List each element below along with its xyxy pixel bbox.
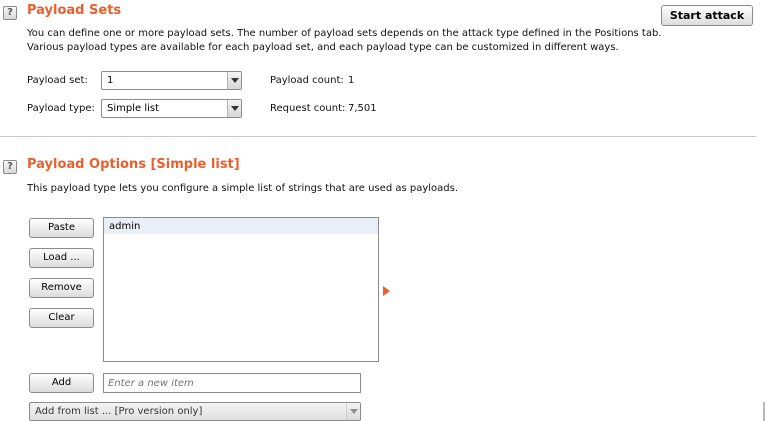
- clear-button[interactable]: Clear: [29, 308, 94, 328]
- request-count-value: 7,501: [348, 103, 377, 114]
- chevron-down-icon[interactable]: [346, 403, 360, 420]
- request-count-label: Request count:: [270, 103, 346, 114]
- payload-set-label: Payload set:: [27, 75, 88, 86]
- chevron-down-icon[interactable]: [227, 72, 241, 89]
- help-icon-payload-options[interactable]: ?: [3, 160, 17, 174]
- add-from-list-value: Add from list ... [Pro version only]: [35, 406, 203, 417]
- payload-type-label: Payload type:: [27, 103, 95, 114]
- expand-arrow-icon[interactable]: [383, 286, 390, 296]
- payload-options-description: This payload type lets you configure a s…: [27, 183, 459, 194]
- add-button[interactable]: Add: [29, 373, 94, 393]
- help-icon-payload-sets[interactable]: ?: [3, 6, 17, 20]
- remove-button[interactable]: Remove: [29, 278, 94, 298]
- list-item-highlight: [104, 218, 378, 234]
- load-button[interactable]: Load ...: [29, 248, 94, 268]
- payload-list[interactable]: admin: [103, 217, 379, 362]
- payload-type-select[interactable]: Simple list: [101, 99, 242, 118]
- payload-options-title: Payload Options [Simple list]: [27, 157, 240, 172]
- payload-type-value: Simple list: [107, 103, 160, 114]
- start-attack-button[interactable]: Start attack: [661, 5, 753, 26]
- payload-set-value: 1: [107, 75, 114, 86]
- payload-sets-description-line1: You can define one or more payload sets.…: [27, 28, 662, 39]
- paste-button[interactable]: Paste: [29, 218, 94, 238]
- add-from-list-select[interactable]: Add from list ... [Pro version only]: [29, 402, 361, 421]
- payload-sets-description-line2: Various payload types are available for …: [27, 42, 619, 53]
- scrollbar-thumb[interactable]: [763, 402, 765, 421]
- payload-count-value: 1: [348, 75, 355, 86]
- payload-sets-title: Payload Sets: [27, 3, 122, 18]
- payload-set-select[interactable]: 1: [101, 71, 242, 90]
- payload-count-label: Payload count:: [270, 75, 344, 86]
- list-item[interactable]: admin: [109, 221, 140, 232]
- section-divider: [0, 136, 756, 137]
- new-item-input[interactable]: [103, 373, 361, 393]
- chevron-down-icon[interactable]: [227, 100, 241, 117]
